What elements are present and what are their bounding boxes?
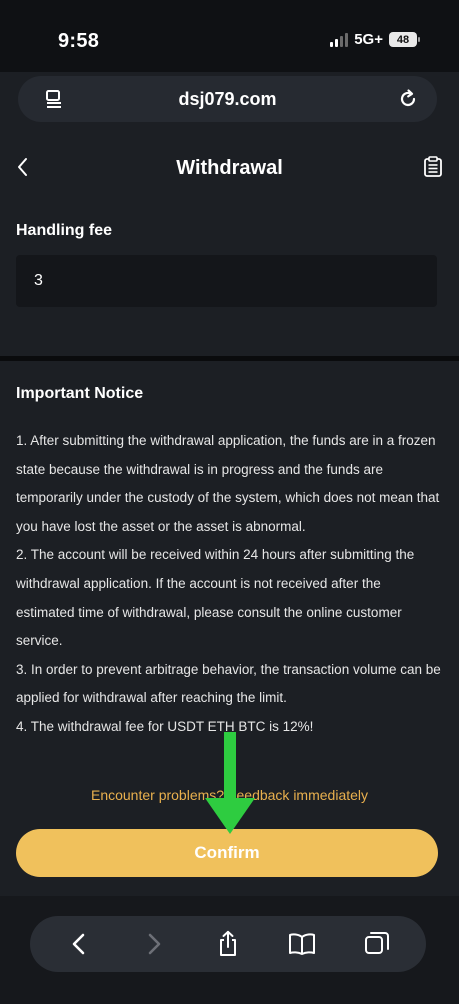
share-icon[interactable] [208,924,248,964]
reload-icon[interactable] [397,88,419,115]
screen: 9:58 5G+ 48 dsj079.com Withdrawal Handli… [0,0,459,1004]
notice-item: 3. In order to prevent arbitrage behavio… [16,661,441,706]
handling-fee-field[interactable] [16,255,437,307]
notice-title: Important Notice [16,385,144,402]
address-bar[interactable]: dsj079.com [18,76,437,122]
status-indicators: 5G+ 48 [330,31,420,48]
signal-icon [330,32,349,47]
browser-toolbar [30,916,426,972]
arrow-down-icon [205,732,255,841]
notice-item: 2. The account will be received within 2… [16,547,415,649]
page-header: Withdrawal [0,140,459,196]
section-divider [0,356,459,361]
forward-icon[interactable] [134,924,174,964]
status-time: 9:58 [58,30,100,52]
notice-item: 1. After submitting the withdrawal appli… [16,433,440,534]
back-icon[interactable] [59,924,99,964]
notice-body: 1. After submitting the withdrawal appli… [16,427,441,742]
url-text[interactable]: dsj079.com [18,89,437,110]
network-label: 5G+ [354,31,383,48]
tabs-icon[interactable] [357,924,397,964]
status-bar: 9:58 5G+ 48 [0,0,459,72]
bookmarks-icon[interactable] [282,924,322,964]
handling-fee-label: Handling fee [16,222,113,239]
page-title: Withdrawal [176,157,283,179]
battery-icon: 48 [389,32,420,47]
records-icon[interactable] [423,156,443,183]
